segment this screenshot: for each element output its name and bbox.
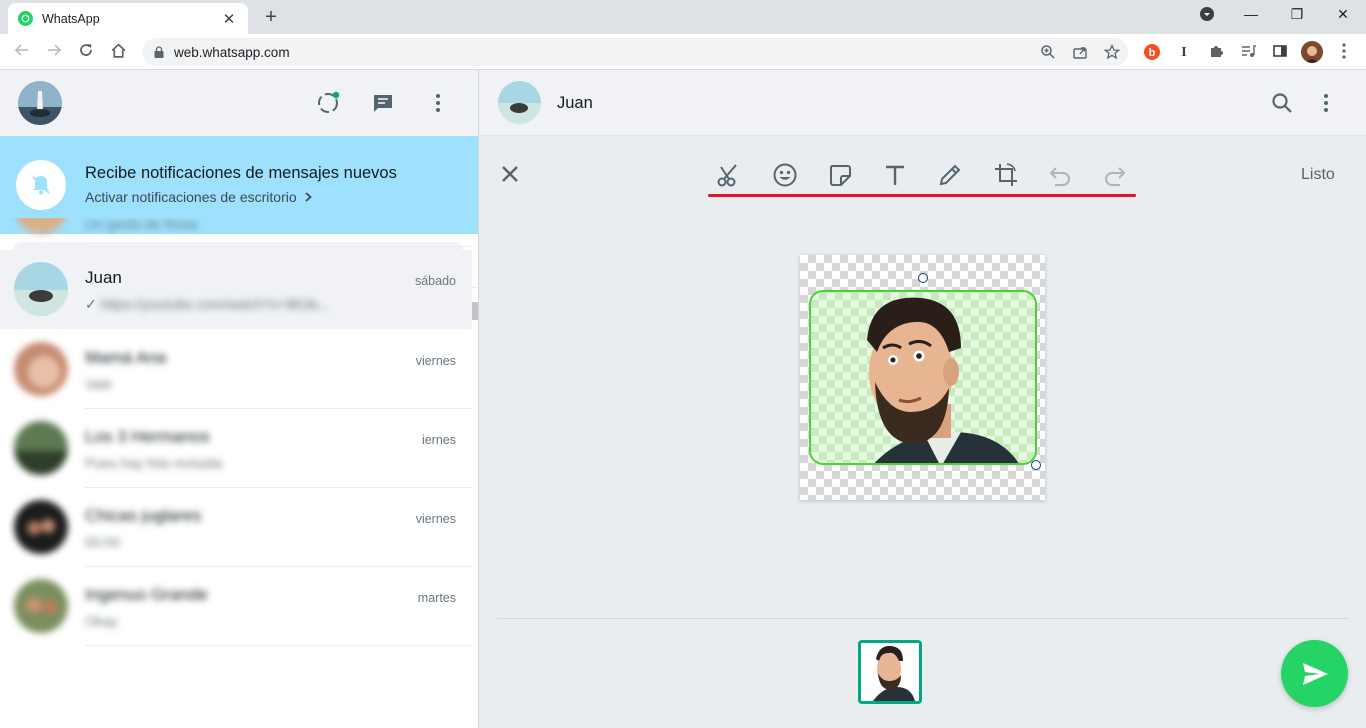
extension-b-icon[interactable]: b [1142, 43, 1162, 63]
pencil-icon[interactable] [937, 162, 963, 188]
chat-item-juan[interactable]: Juan sábado ✓ https://youtube.com/watch?… [0, 250, 472, 329]
chat-avatar [14, 342, 68, 396]
editor-divider [497, 618, 1349, 619]
chat-avatar [14, 421, 68, 475]
chat-item[interactable]: Mamá Ana viernes Vale [0, 330, 472, 409]
crop-rotate-icon[interactable] [993, 162, 1019, 188]
window-close-icon[interactable]: ✕ [1332, 6, 1354, 23]
chat-item[interactable]: Chicas juglares viernes 00:00 [0, 488, 472, 567]
chat-name: Mamá Ana [85, 348, 167, 367]
address-bar: web.whatsapp.com b I [0, 34, 1366, 70]
chat-name: Los 3 Hermanos [85, 427, 210, 446]
bookmark-star-icon[interactable] [1103, 43, 1121, 62]
chat-item-partial[interactable]: Un gesto de Rosa [0, 218, 472, 247]
chat-preview: Okay [85, 613, 118, 629]
chat-avatar [14, 579, 68, 633]
sticker-image[interactable] [809, 290, 1037, 465]
chat-preview: https://youtube.com/watch?v=8Eds... [100, 296, 330, 312]
reload-icon[interactable] [76, 42, 96, 62]
forward-icon[interactable] [44, 42, 64, 62]
chat-time: sábado [414, 274, 456, 288]
sidebar-header [0, 70, 478, 136]
chat-separator [85, 645, 472, 646]
chat-item[interactable]: Ingenuo Grande martes Okay [0, 567, 472, 646]
lock-icon [154, 46, 164, 58]
whatsapp-favicon-icon [18, 11, 33, 26]
text-icon[interactable] [882, 162, 908, 188]
browser-profile-avatar[interactable] [1301, 41, 1323, 63]
browser-menu-icon[interactable] [1334, 43, 1354, 63]
sticker-canvas[interactable] [800, 255, 1045, 500]
share-icon[interactable] [1071, 44, 1089, 62]
url-text: web.whatsapp.com [174, 44, 290, 60]
undo-icon[interactable] [1047, 162, 1073, 188]
chat-preview: Un gesto de Rosa [85, 218, 198, 232]
resize-handle[interactable] [1031, 460, 1041, 470]
chat-name: Ingenuo Grande [85, 585, 208, 604]
browser-tab-bar: WhatsApp ✕ + — ❐ ✕ [0, 0, 1366, 34]
send-icon [1302, 662, 1328, 685]
conversation-menu-icon[interactable] [1314, 91, 1338, 115]
chat-list-scrollbar[interactable] [472, 302, 478, 320]
side-panel-icon[interactable] [1270, 43, 1290, 63]
omnibox[interactable]: web.whatsapp.com [142, 38, 1128, 66]
menu-icon[interactable] [426, 91, 450, 115]
chat-list: Un gesto de Rosa Juan sábado ✓ https://y… [0, 218, 472, 658]
notification-link[interactable]: Activar notificaciones de escritorio [85, 189, 312, 205]
sticker-thumbnail[interactable] [858, 640, 922, 704]
chat-time: martes [417, 591, 456, 605]
contact-name[interactable]: Juan [557, 94, 593, 113]
sticker-editor: Juan Listo [479, 70, 1366, 728]
send-button[interactable] [1281, 640, 1348, 707]
chat-preview: Pues hay foto incluida [85, 455, 222, 471]
bell-off-icon [16, 160, 66, 210]
svg-text:b: b [1149, 47, 1156, 59]
my-profile-avatar[interactable] [18, 81, 62, 125]
chat-name: Juan [85, 268, 122, 287]
notification-link-text: Activar notificaciones de escritorio [85, 189, 297, 205]
extensions-puzzle-icon[interactable] [1206, 43, 1226, 63]
chat-preview-row: ✓ https://youtube.com/watch?v=8Eds... [85, 296, 330, 313]
toolbar-highlight-underline [708, 194, 1136, 197]
search-icon[interactable] [1270, 91, 1294, 115]
chat-preview: 00:00 [85, 534, 121, 550]
contact-avatar[interactable] [498, 81, 541, 124]
scissors-icon[interactable] [716, 162, 742, 188]
chat-time: viernes [415, 512, 456, 526]
profile-dropdown-icon[interactable] [1196, 6, 1218, 25]
chat-time: iernes [421, 433, 456, 447]
zoom-icon[interactable] [1039, 44, 1057, 62]
restore-icon[interactable]: ❐ [1286, 6, 1308, 23]
browser-tab[interactable]: WhatsApp ✕ [8, 3, 248, 34]
chat-item[interactable]: Los 3 Hermanos iernes Pues hay foto incl… [0, 409, 472, 488]
rotate-handle[interactable] [918, 273, 928, 283]
done-button[interactable]: Listo [1301, 166, 1335, 184]
home-icon[interactable] [108, 42, 128, 62]
minimize-icon[interactable]: — [1240, 6, 1262, 22]
status-icon[interactable] [316, 91, 340, 115]
close-icon[interactable] [498, 162, 524, 188]
notification-title: Recibe notificaciones de mensajes nuevos [85, 164, 397, 182]
tab-close-icon[interactable]: ✕ [220, 10, 238, 28]
conversation-header: Juan [479, 70, 1366, 136]
chat-separator [85, 246, 472, 247]
chat-time: viernes [415, 354, 456, 368]
emoji-icon[interactable] [772, 162, 798, 188]
chevron-right-icon [304, 189, 312, 205]
check-icon: ✓ [85, 296, 97, 312]
chat-preview: Vale [85, 376, 112, 392]
back-icon[interactable] [12, 42, 32, 62]
new-chat-icon[interactable] [371, 91, 395, 115]
sticker-icon[interactable] [827, 162, 853, 188]
extension-i-icon[interactable]: I [1174, 43, 1194, 63]
new-tab-icon[interactable]: + [260, 6, 282, 28]
chat-avatar [14, 500, 68, 554]
redo-icon[interactable] [1102, 162, 1128, 188]
tab-title: WhatsApp [42, 11, 100, 26]
chat-avatar [14, 218, 68, 234]
chat-name: Chicas juglares [85, 506, 202, 525]
media-control-icon[interactable] [1238, 43, 1258, 63]
chat-avatar [14, 262, 68, 316]
